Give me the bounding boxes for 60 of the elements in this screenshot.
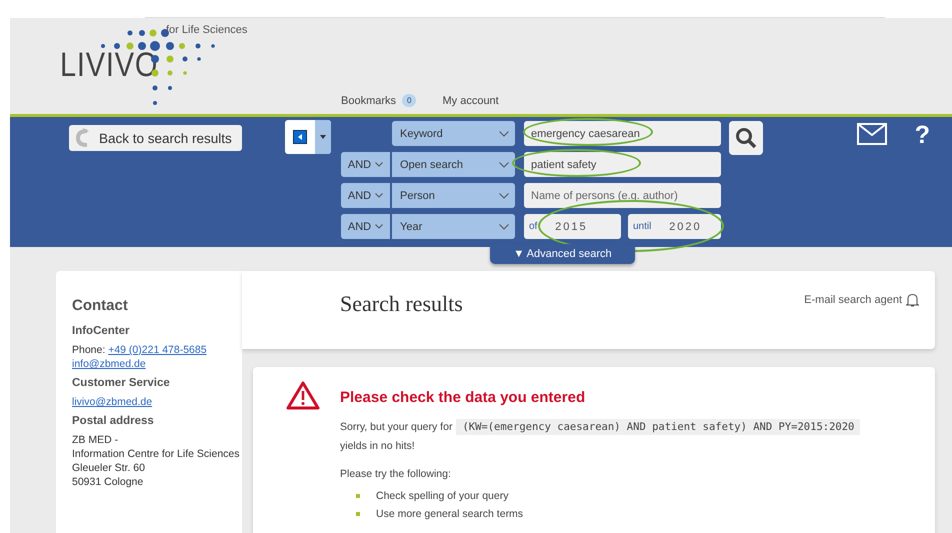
search-term-field[interactable]: patient safety xyxy=(524,152,721,177)
caret-icon xyxy=(320,135,326,139)
section-heading: InfoCenter xyxy=(72,325,130,337)
address-line: Information Centre for Life Sciences xyxy=(72,447,240,461)
year-until-field[interactable]: 2020 xyxy=(655,220,716,232)
search-button[interactable] xyxy=(729,121,763,155)
section-heading: Postal address xyxy=(72,415,155,427)
field-select[interactable]: Keyword xyxy=(392,121,515,146)
from-label: of xyxy=(529,221,538,232)
phone-label: Phone: xyxy=(72,344,106,356)
nav-link[interactable]: Bookmarks 0 xyxy=(341,94,416,107)
chevron-icon xyxy=(499,192,509,198)
field-select[interactable]: Year xyxy=(392,214,515,239)
error-message: Sorry, but your query for (KW=(emergency caesarean) AND patient safety) AND PY=2015:2020 yields in no hits! xyxy=(340,418,900,456)
until-label: until xyxy=(633,221,652,232)
operator-select[interactable]: AND xyxy=(341,152,390,177)
tip-text: Use more general search terms xyxy=(376,508,524,520)
chevron-icon xyxy=(499,224,509,230)
address-line: 50931 Cologne xyxy=(72,475,144,489)
chevron-icon xyxy=(375,193,384,198)
contact-heading: Contact xyxy=(72,297,129,314)
year-until-box[interactable]: until 2020 xyxy=(628,214,721,239)
year-from-box[interactable]: of 2015 xyxy=(524,214,621,239)
help-button[interactable]: ? xyxy=(914,123,930,148)
chevron-icon xyxy=(375,162,384,167)
email-agent-link[interactable]: E-mail search agent xyxy=(804,291,919,307)
logo-wordmark: LIVIVO xyxy=(60,48,158,82)
email-link[interactable]: info@zbmed.de xyxy=(72,358,146,370)
chevron-icon xyxy=(499,130,509,136)
operator-select[interactable]: AND xyxy=(341,214,390,239)
mail-icon[interactable] xyxy=(856,123,887,145)
chevron-icon xyxy=(375,224,384,229)
field-select[interactable]: Open search xyxy=(392,152,515,177)
operator-select[interactable]: AND xyxy=(341,183,390,208)
page-title: Search results xyxy=(340,291,463,317)
section-heading: Customer Service xyxy=(72,377,171,389)
bell-icon xyxy=(906,293,919,307)
bullet-icon xyxy=(356,494,360,498)
search-term-field[interactable]: emergency caesarean xyxy=(524,121,721,146)
hint-text: Please try the following: xyxy=(340,468,452,480)
count-badge: 0 xyxy=(402,94,416,107)
curved-arrow-icon xyxy=(75,128,91,148)
bullet-icon xyxy=(356,512,360,516)
search-icon xyxy=(735,127,757,149)
view-toggle-button[interactable] xyxy=(285,120,331,154)
warning-icon xyxy=(286,381,320,410)
chevron-icon xyxy=(499,162,509,168)
email-link[interactable]: livivo@zbmed.de xyxy=(72,396,152,408)
address-line: ZB MED - xyxy=(72,433,120,447)
address-line: Gleueler Str. 60 xyxy=(72,461,146,475)
triangle-left-icon xyxy=(293,130,307,144)
nav-link[interactable]: My account xyxy=(442,94,499,106)
advanced-search-tab[interactable]: ▼ Advanced search xyxy=(490,244,635,264)
back-button[interactable]: Back to search results xyxy=(69,125,242,151)
phone-link[interactable]: +49 (0)221 478-5685 xyxy=(108,344,207,356)
tip-text: Check spelling of your query xyxy=(376,490,508,502)
error-title: Please check the data you entered xyxy=(340,389,586,406)
logo-tagline: for Life Sciences xyxy=(166,24,248,36)
year-from-field[interactable]: 2015 xyxy=(541,220,602,232)
field-select[interactable]: Person xyxy=(392,183,515,208)
